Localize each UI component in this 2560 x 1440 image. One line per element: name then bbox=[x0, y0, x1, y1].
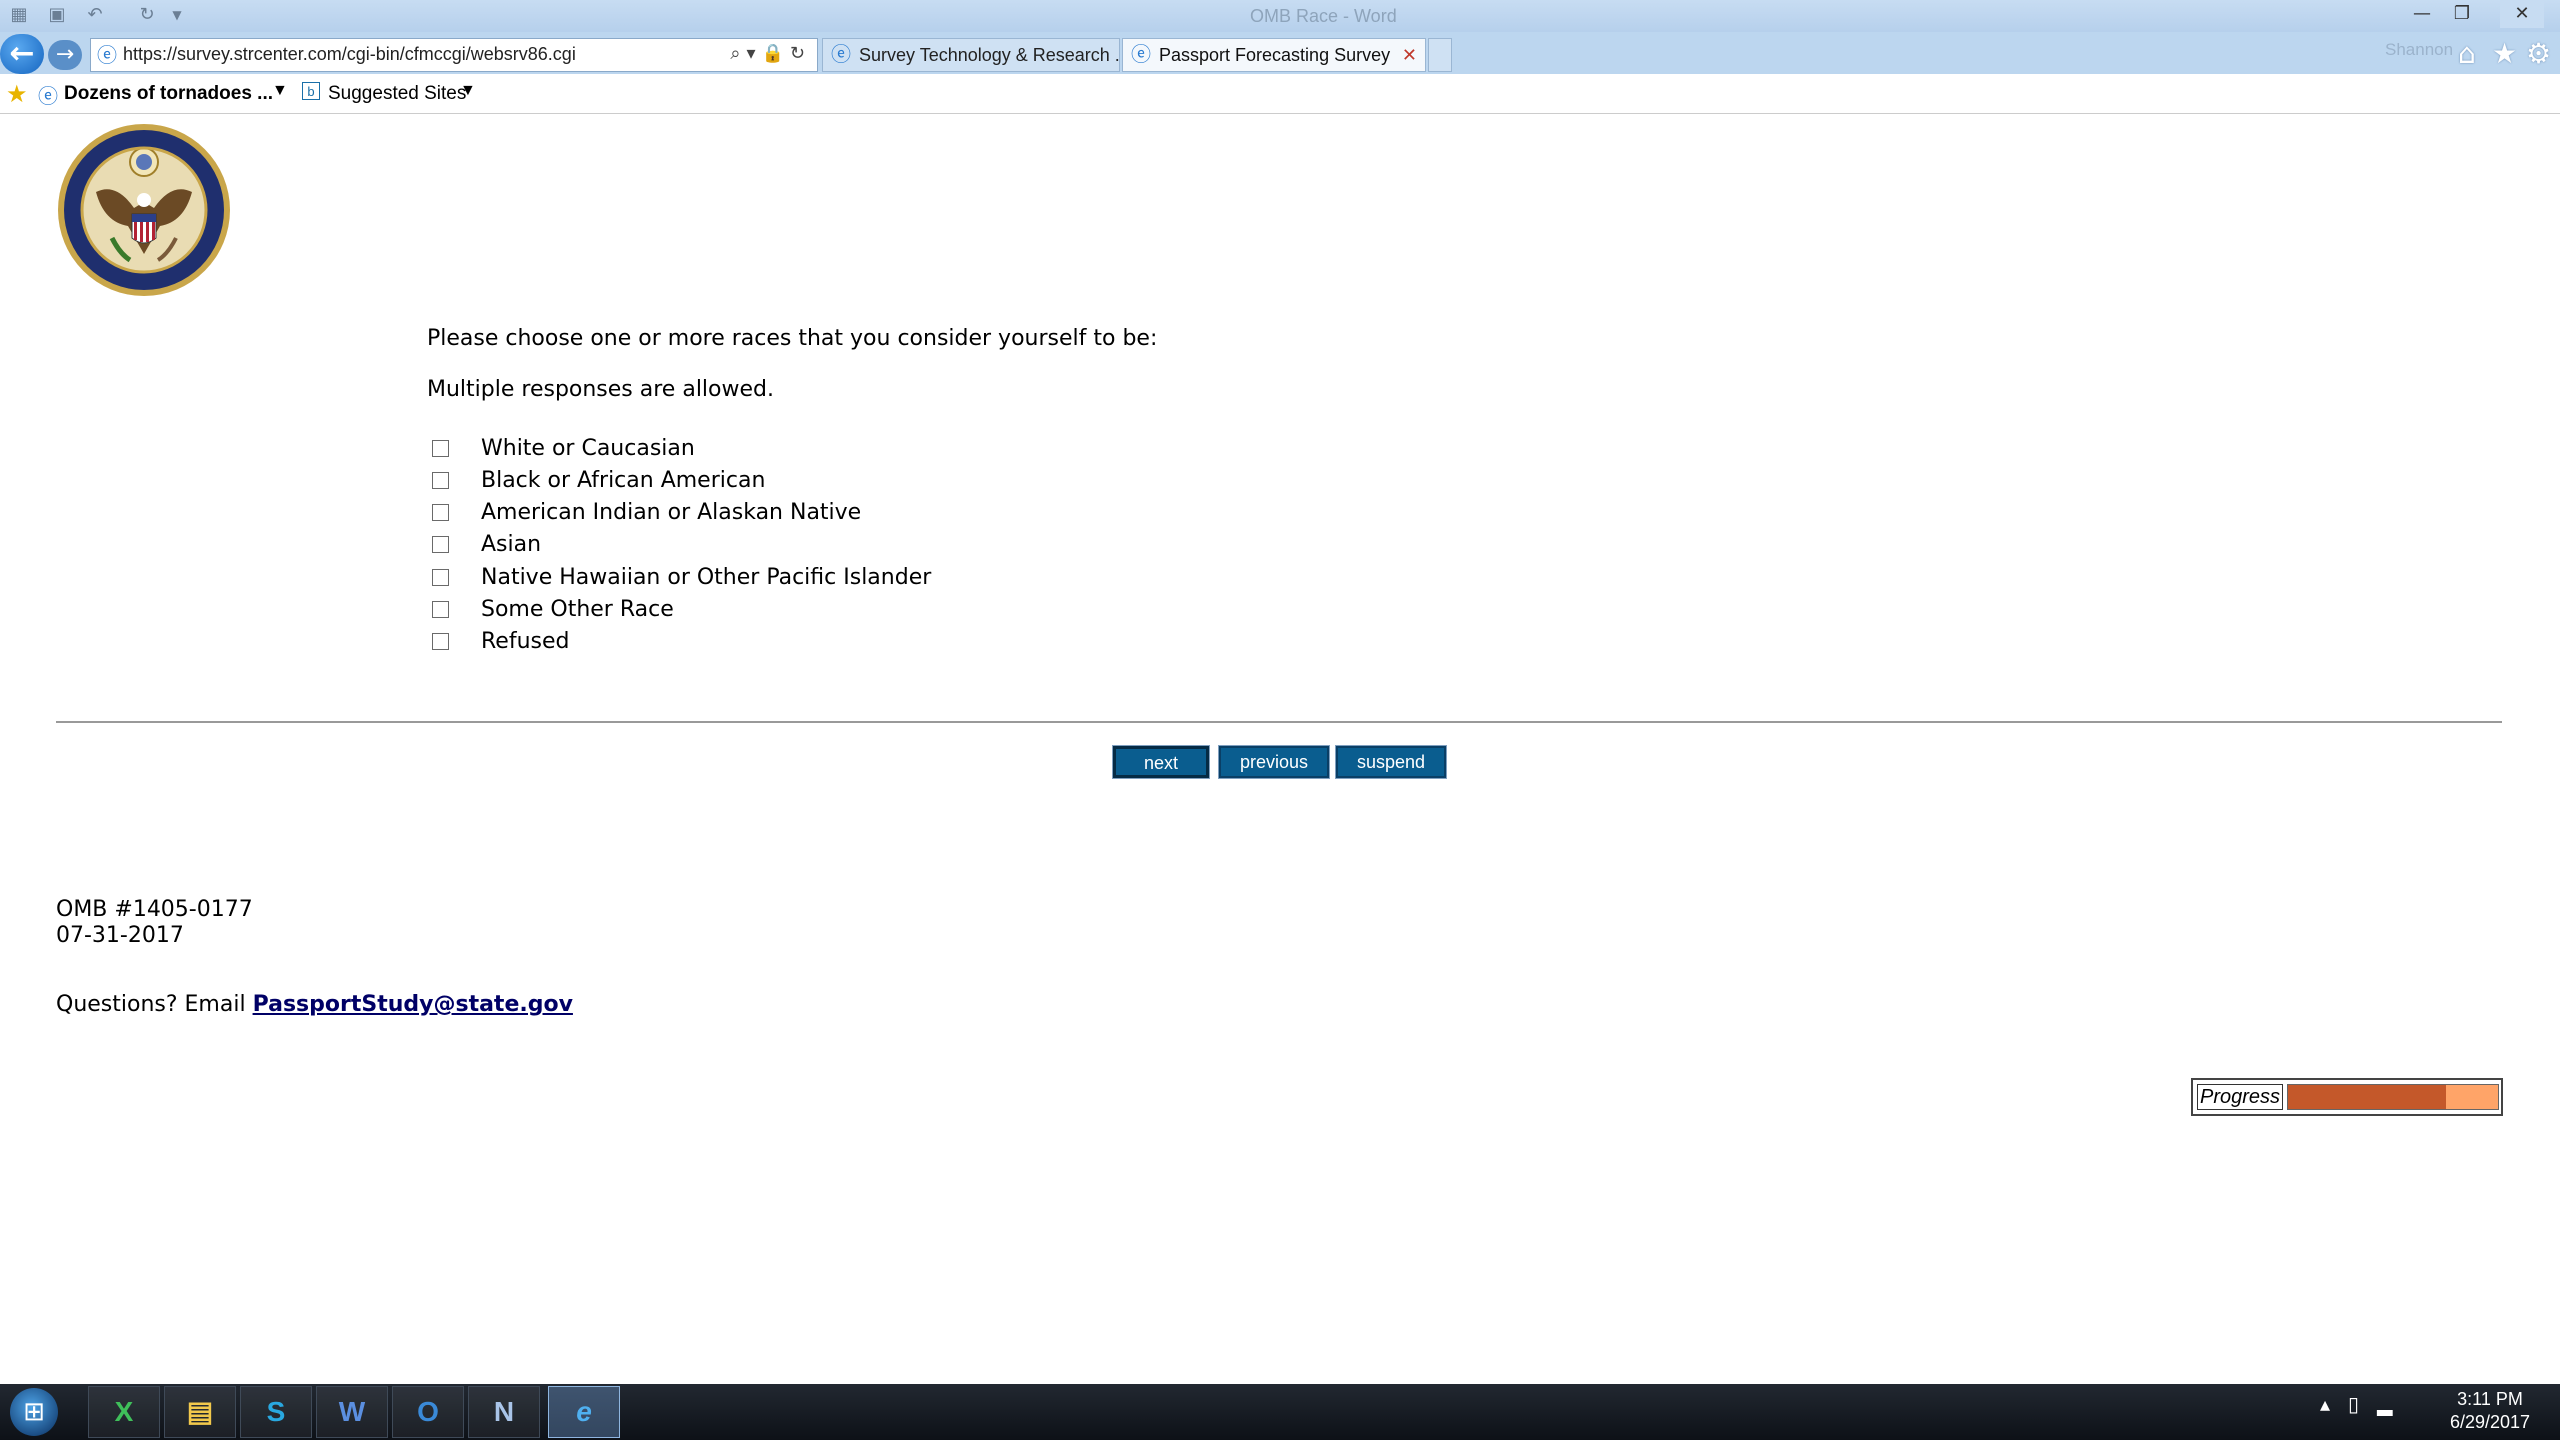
window-title-bar: ▦ ▣ ↶ ↻ ▼ OMB Race - Word — ❐ ✕ bbox=[0, 0, 2560, 32]
excel-taskbar-button[interactable]: X bbox=[88, 1386, 160, 1438]
tab-survey-technology[interactable]: ⓔ Survey Technology & Research ... bbox=[822, 38, 1120, 72]
progress-bar bbox=[2287, 1084, 2499, 1110]
next-button[interactable]: next bbox=[1112, 745, 1210, 779]
dropdown-icon[interactable]: ▾ bbox=[746, 43, 761, 64]
redo-icon[interactable]: ↻ bbox=[136, 4, 158, 25]
save-icon[interactable]: ▣ bbox=[46, 4, 68, 25]
user-name: Shannon bbox=[2385, 40, 2454, 59]
device-icon[interactable]: ▯ bbox=[2348, 1392, 2377, 1416]
lock-icon[interactable]: 🔒 bbox=[761, 43, 789, 64]
suspend-button[interactable]: suspend bbox=[1335, 745, 1447, 779]
checkbox[interactable] bbox=[432, 440, 449, 457]
checkbox[interactable] bbox=[432, 472, 449, 489]
new-tab-button[interactable] bbox=[1428, 38, 1452, 72]
questions-prefix: Questions? Email bbox=[56, 992, 253, 1017]
clock-time: 3:11 PM bbox=[2457, 1389, 2523, 1409]
ie-page-icon: ⓔ bbox=[831, 44, 851, 66]
minimize-button[interactable]: — bbox=[2400, 0, 2444, 28]
divider bbox=[56, 721, 2502, 723]
customize-chevron-icon[interactable]: ▼ bbox=[166, 8, 188, 28]
n-app-taskbar-button[interactable]: N bbox=[468, 1386, 540, 1438]
tab-label: Passport Forecasting Survey bbox=[1159, 45, 1391, 65]
previous-button[interactable]: previous bbox=[1218, 745, 1330, 779]
start-button[interactable]: ⊞ bbox=[10, 1388, 58, 1436]
checkbox[interactable] bbox=[432, 569, 449, 586]
checkbox[interactable] bbox=[432, 504, 449, 521]
ie-page-icon: ⓔ bbox=[38, 86, 58, 108]
system-tray: ▴▯▂ bbox=[2320, 1392, 2410, 1416]
email-link[interactable]: PassportStudy@state.gov bbox=[253, 992, 573, 1017]
favorites-bar: ★ ⓔ Dozens of tornadoes ... ▼ b Suggeste… bbox=[0, 74, 2560, 114]
gear-icon[interactable]: ⚙ bbox=[2526, 38, 2551, 70]
favorite-link-tornadoes[interactable]: Dozens of tornadoes ... bbox=[64, 83, 273, 105]
skype-taskbar-button[interactable]: S bbox=[240, 1386, 312, 1438]
windows-taskbar: ⊞ X ▤ S W O N e ▴▯▂ 3:11 PM 6/29/2017 bbox=[0, 1384, 2560, 1440]
ie-page-icon: ⓔ bbox=[97, 43, 117, 67]
progress-label: Progress bbox=[2197, 1084, 2283, 1110]
clock-date: 6/29/2017 bbox=[2449, 1412, 2531, 1432]
close-window-button[interactable]: ✕ bbox=[2500, 0, 2544, 28]
word-icon[interactable]: ▦ bbox=[8, 4, 30, 25]
progress-indicator: Progress bbox=[2191, 1078, 2503, 1116]
option-label[interactable]: Some Other Race bbox=[481, 597, 674, 622]
address-bar[interactable]: ⓔ https://survey.strcenter.com/cgi-bin/c… bbox=[90, 38, 818, 72]
chevron-down-icon[interactable]: ▼ bbox=[460, 82, 476, 100]
option-label[interactable]: American Indian or Alaskan Native bbox=[481, 500, 861, 525]
window-title: OMB Race - Word bbox=[1250, 6, 1397, 26]
option-label[interactable]: Refused bbox=[481, 629, 569, 654]
network-signal-icon[interactable]: ▂ bbox=[2377, 1392, 2410, 1416]
checkbox[interactable] bbox=[432, 536, 449, 553]
home-icon[interactable]: ⌂ bbox=[2458, 38, 2476, 70]
option-label[interactable]: Black or African American bbox=[481, 468, 765, 493]
omb-info: OMB #1405-0177 07-31-2017 bbox=[56, 897, 253, 949]
tab-label: Survey Technology & Research ... bbox=[859, 45, 1120, 65]
option-label[interactable]: Native Hawaiian or Other Pacific Islande… bbox=[481, 565, 931, 590]
undo-icon[interactable]: ↶ bbox=[84, 4, 106, 25]
omb-date: 07-31-2017 bbox=[56, 923, 184, 948]
address-tools: ⌕▾🔒↻ bbox=[730, 43, 811, 64]
instruction-text: Multiple responses are allowed. bbox=[427, 377, 774, 402]
omb-number: OMB #1405-0177 bbox=[56, 897, 253, 922]
department-of-state-seal bbox=[58, 124, 230, 296]
ie-page-icon: ⓔ bbox=[1131, 44, 1151, 66]
forward-button[interactable]: → bbox=[48, 40, 82, 70]
back-button[interactable]: ← bbox=[0, 34, 44, 74]
taskbar-clock[interactable]: 3:11 PM 6/29/2017 bbox=[2430, 1388, 2550, 1434]
browser-chrome: ▦ ▣ ↶ ↻ ▼ OMB Race - Word — ❐ ✕ ← → ⓔ ht… bbox=[0, 0, 2560, 74]
tab-passport-forecasting[interactable]: ⓔ Passport Forecasting Survey ✕ bbox=[1122, 38, 1426, 72]
checkbox[interactable] bbox=[432, 633, 449, 650]
option-label[interactable]: Asian bbox=[481, 532, 541, 557]
option-label[interactable]: White or Caucasian bbox=[481, 436, 695, 461]
word-taskbar-button[interactable]: W bbox=[316, 1386, 388, 1438]
restore-button[interactable]: ❐ bbox=[2440, 0, 2484, 28]
question-text: Please choose one or more races that you… bbox=[427, 326, 1158, 351]
outlook-taskbar-button[interactable]: O bbox=[392, 1386, 464, 1438]
search-icon[interactable]: ⌕ bbox=[730, 43, 746, 64]
refresh-icon[interactable]: ↻ bbox=[790, 43, 811, 64]
file-explorer-taskbar-button[interactable]: ▤ bbox=[164, 1386, 236, 1438]
bing-icon: b bbox=[302, 82, 320, 100]
arrow-left-icon: ← bbox=[9, 36, 35, 71]
favorites-star-icon[interactable]: ★ bbox=[2492, 38, 2517, 70]
address-url[interactable]: https://survey.strcenter.com/cgi-bin/cfm… bbox=[123, 44, 576, 65]
windows-logo-icon: ⊞ bbox=[23, 1397, 45, 1427]
favorites-star-icon[interactable]: ★ bbox=[6, 80, 28, 109]
close-tab-icon[interactable]: ✕ bbox=[1402, 39, 1417, 71]
arrow-right-icon: → bbox=[55, 42, 75, 67]
favorite-link-suggested-sites[interactable]: Suggested Sites bbox=[328, 83, 466, 105]
internet-explorer-taskbar-button[interactable]: e bbox=[548, 1386, 620, 1438]
progress-bar-fill bbox=[2288, 1085, 2446, 1109]
chevron-down-icon[interactable]: ▼ bbox=[272, 82, 288, 100]
checkbox[interactable] bbox=[432, 601, 449, 618]
questions-contact: Questions? Email PassportStudy@state.gov bbox=[56, 992, 573, 1017]
show-hidden-icons-icon[interactable]: ▴ bbox=[2320, 1392, 2348, 1416]
